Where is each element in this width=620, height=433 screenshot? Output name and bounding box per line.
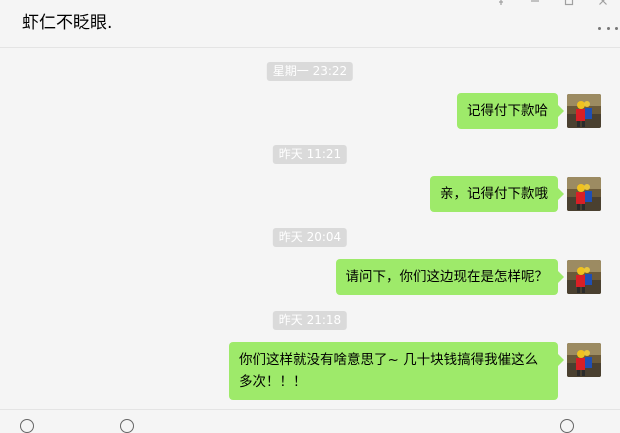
avatar[interactable] — [567, 94, 601, 128]
dot — [606, 26, 610, 30]
avatar[interactable] — [567, 177, 601, 211]
timestamp: 昨天 21:18 — [272, 311, 348, 330]
message-line: 你们这样就没有啥意思了~ 几十块钱搞得我催这么 — [239, 352, 539, 368]
message-list[interactable]: 星期一 23:22 记得付下款哈 昨天 11:21 亲，记得付下款哦 昨天 20… — [0, 49, 620, 409]
message-bubble[interactable]: 亲，记得付下款哦 — [430, 176, 564, 212]
more-options-button[interactable] — [598, 22, 618, 34]
screenshot-icon[interactable] — [120, 419, 134, 433]
maximize-icon[interactable] — [552, 0, 586, 6]
history-icon[interactable] — [560, 419, 574, 433]
input-toolbar — [0, 409, 620, 433]
message-bubble[interactable]: 你们这样就没有啥意思了~ 几十块钱搞得我催这么 多次！！！ — [229, 342, 564, 400]
message-bubble[interactable]: 请问下，你们这边现在是怎样呢？ — [335, 259, 564, 295]
close-icon[interactable] — [586, 0, 620, 6]
timestamp: 昨天 11:21 — [272, 145, 348, 164]
pin-icon[interactable] — [484, 0, 518, 6]
message-line: 多次！！！ — [239, 374, 307, 390]
timestamp: 星期一 23:22 — [266, 62, 354, 81]
emoji-icon[interactable] — [20, 419, 34, 433]
avatar[interactable] — [567, 260, 601, 294]
minimize-icon[interactable] — [518, 0, 552, 6]
timestamp: 昨天 20:04 — [272, 228, 348, 247]
window-controls — [484, 0, 620, 6]
dot — [598, 26, 601, 30]
message-bubble[interactable]: 记得付下款哈 — [457, 93, 564, 129]
avatar[interactable] — [567, 343, 601, 377]
chat-header: 虾仁不眨眼. — [0, 0, 620, 48]
dot — [615, 26, 618, 30]
chat-title: 虾仁不眨眼. — [22, 13, 113, 33]
